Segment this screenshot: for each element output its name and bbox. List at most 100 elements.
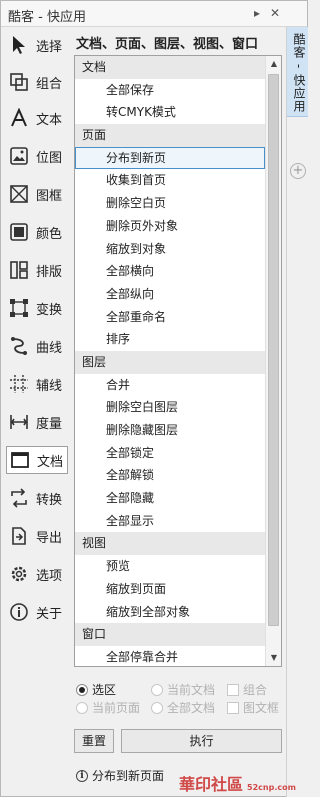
tool-label: 导出 bbox=[36, 530, 63, 546]
checkbox-box[interactable] bbox=[227, 701, 239, 714]
transform-icon bbox=[6, 295, 32, 321]
list-item[interactable]: 分布到新页 bbox=[75, 146, 265, 170]
tool-label: 排版 bbox=[36, 264, 63, 280]
list-item[interactable]: 全部停靠合并 bbox=[75, 646, 265, 666]
list-item[interactable]: 全部解锁 bbox=[75, 464, 265, 487]
list-item[interactable]: 转CMYK模式 bbox=[75, 101, 265, 124]
list-item[interactable]: 合并 bbox=[75, 374, 265, 397]
run-button[interactable]: 执行 bbox=[121, 729, 282, 753]
docker-tab[interactable]: 酷客 - 快应用 bbox=[287, 27, 308, 117]
collapse-arrow-icon[interactable]: ▸ bbox=[249, 5, 265, 21]
close-icon[interactable]: ✕ bbox=[267, 5, 283, 21]
list-group-header: 窗口 bbox=[75, 623, 265, 646]
panel-heading: 文档、页面、图层、视图、窗口 bbox=[76, 37, 259, 52]
docker-tab-strip: 酷客 - 快应用 + bbox=[286, 27, 308, 797]
tool-group[interactable]: 组合 bbox=[6, 68, 68, 96]
tool-label: 图框 bbox=[36, 188, 63, 204]
scroll-down-icon[interactable]: ▼ bbox=[266, 650, 281, 666]
scroll-up-icon[interactable]: ▲ bbox=[266, 56, 281, 72]
vertical-scrollbar[interactable]: ▲ ▼ bbox=[265, 56, 281, 666]
tool-label: 转换 bbox=[36, 492, 63, 508]
watermark-logo: 華印社區 52cnp.com bbox=[179, 771, 296, 795]
radio-current-document[interactable]: 当前文档 bbox=[151, 681, 215, 698]
list-item[interactable]: 全部锁定 bbox=[75, 442, 265, 465]
list-item[interactable]: 全部隐藏 bbox=[75, 487, 265, 510]
docker-window: 酷客 - 快应用 ▸ ✕ 选择 组合 文本 位图 图框 颜色 排版 变换 曲线 … bbox=[0, 0, 308, 797]
tool-document[interactable]: 文档 bbox=[6, 446, 68, 474]
radio-all-documents[interactable]: 全部文档 bbox=[151, 699, 215, 716]
list-item[interactable]: 全部横向 bbox=[75, 260, 265, 283]
radio-circle[interactable] bbox=[76, 701, 88, 714]
checkbox-box[interactable] bbox=[227, 683, 239, 696]
tool-label: 文本 bbox=[36, 112, 63, 128]
list-item[interactable]: 全部显示 bbox=[75, 510, 265, 533]
radio-circle[interactable] bbox=[76, 683, 88, 696]
tool-label: 选择 bbox=[36, 39, 63, 55]
group-icon bbox=[6, 69, 32, 95]
convert-icon bbox=[6, 485, 32, 511]
tool-label: 度量 bbox=[36, 416, 63, 432]
list-group-header: 视图 bbox=[75, 532, 265, 556]
status-bar: i 分布到新页面 bbox=[76, 767, 164, 784]
radio-current-page[interactable]: 当前页面 bbox=[76, 699, 140, 716]
text-icon bbox=[6, 105, 32, 131]
tool-transform[interactable]: 变换 bbox=[6, 294, 68, 322]
list-item[interactable]: 删除页外对象 bbox=[75, 215, 265, 238]
add-docker-icon[interactable]: + bbox=[290, 163, 306, 179]
checkbox-image-frame[interactable]: 图文框 bbox=[227, 699, 279, 716]
tool-frame[interactable]: 图框 bbox=[6, 180, 68, 208]
radio-label: 当前文档 bbox=[167, 683, 216, 697]
list-item[interactable]: 缩放到对象 bbox=[75, 238, 265, 261]
list-item[interactable]: 删除隐藏图层 bbox=[75, 419, 265, 442]
tool-layout[interactable]: 排版 bbox=[6, 256, 68, 284]
tool-color[interactable]: 颜色 bbox=[6, 218, 68, 246]
tool-label: 变换 bbox=[36, 302, 63, 318]
document-icon bbox=[7, 447, 33, 473]
checkbox-group[interactable]: 组合 bbox=[227, 681, 267, 698]
list-item[interactable]: 全部重命名 bbox=[75, 306, 265, 329]
watermark-text: 華印社區 bbox=[179, 775, 244, 794]
radio-circle[interactable] bbox=[151, 683, 163, 696]
radio-label: 当前页面 bbox=[92, 701, 141, 715]
tool-measure[interactable]: 度量 bbox=[6, 408, 68, 436]
reset-button[interactable]: 重置 bbox=[74, 729, 114, 753]
tool-about[interactable]: 关于 bbox=[6, 598, 68, 626]
title-bar: 酷客 - 快应用 ▸ ✕ bbox=[1, 1, 307, 27]
layout-icon bbox=[6, 257, 32, 283]
tool-options[interactable]: 选项 bbox=[6, 560, 68, 588]
radio-circle[interactable] bbox=[151, 701, 163, 714]
list-item[interactable]: 排序 bbox=[75, 328, 265, 351]
docker-tab-label: 酷客 - 快应用 bbox=[292, 33, 306, 113]
tool-bitmap[interactable]: 位图 bbox=[6, 142, 68, 170]
about-icon bbox=[6, 599, 32, 625]
tool-text[interactable]: 文本 bbox=[6, 104, 68, 132]
list-item[interactable]: 全部纵向 bbox=[75, 283, 265, 306]
tool-label: 颜色 bbox=[36, 226, 63, 242]
list-group-header: 图层 bbox=[75, 350, 265, 374]
tool-guideline[interactable]: 辅线 bbox=[6, 370, 68, 398]
tool-export[interactable]: 导出 bbox=[6, 522, 68, 550]
tool-label: 辅线 bbox=[36, 378, 63, 394]
list-item[interactable]: 收集到首页 bbox=[75, 169, 265, 192]
tool-label: 曲线 bbox=[36, 340, 63, 356]
tool-select[interactable]: 选择 bbox=[6, 31, 68, 59]
list-item[interactable]: 缩放到全部对象 bbox=[75, 601, 265, 624]
tool-convert[interactable]: 转换 bbox=[6, 484, 68, 512]
tool-label: 组合 bbox=[36, 76, 63, 92]
tool-label: 位图 bbox=[36, 150, 63, 166]
list-item[interactable]: 缩放到页面 bbox=[75, 578, 265, 601]
scrollbar-thumb[interactable] bbox=[268, 74, 279, 626]
list-item[interactable]: 删除空白图层 bbox=[75, 396, 265, 419]
list-item[interactable]: 全部保存 bbox=[75, 79, 265, 102]
radio-label: 选区 bbox=[92, 683, 117, 697]
list-item[interactable]: 删除空白页 bbox=[75, 192, 265, 215]
radio-selection[interactable]: 选区 bbox=[76, 681, 116, 698]
tool-label: 文档 bbox=[37, 454, 64, 470]
tool-curve[interactable]: 曲线 bbox=[6, 332, 68, 360]
command-list[interactable]: 文档 全部保存 转CMYK模式 页面 分布到新页 收集到首页 删除空白页 删除页外对象 缩放到对… bbox=[74, 55, 282, 667]
measure-icon bbox=[6, 409, 32, 435]
list-item[interactable]: 预览 bbox=[75, 555, 265, 578]
window-title: 酷客 - 快应用 bbox=[8, 10, 86, 25]
watermark-url: 52cnp.com bbox=[247, 783, 296, 792]
color-icon bbox=[6, 219, 32, 245]
